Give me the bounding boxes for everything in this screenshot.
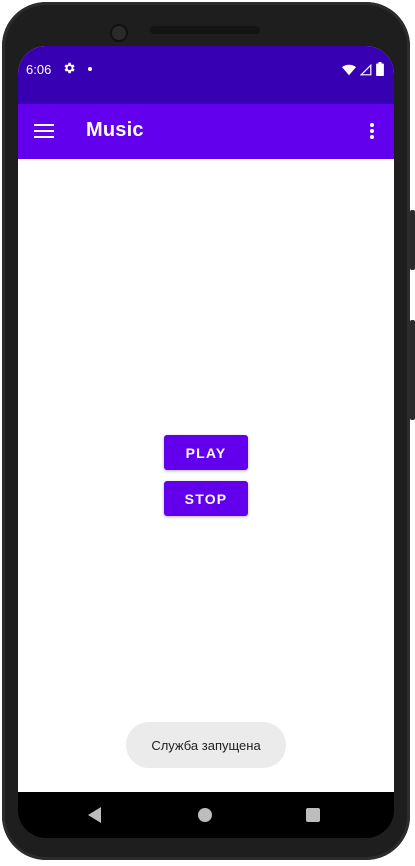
toast-text: Служба запущена	[151, 737, 261, 753]
phone-top-bezel	[2, 2, 410, 48]
play-button[interactable]: PLAY	[164, 435, 248, 470]
power-button[interactable]	[410, 210, 415, 270]
toast-message: Служба запущена	[126, 722, 286, 768]
page-title: Music	[86, 119, 144, 141]
hamburger-menu-icon[interactable]	[32, 119, 56, 143]
settings-gear-icon	[62, 61, 76, 78]
signal-icon	[359, 63, 372, 81]
app-bar: Music	[18, 104, 394, 159]
device-screenshot: 6:06 Music PLAY STOP Служба запущена	[0, 0, 415, 866]
system-navigation-bar	[18, 792, 394, 838]
volume-rocker[interactable]	[410, 320, 415, 420]
earpiece-speaker	[150, 26, 260, 34]
main-content: PLAY STOP Служба запущена	[18, 159, 394, 792]
more-vert-icon[interactable]	[360, 119, 384, 143]
home-icon[interactable]	[198, 808, 212, 822]
front-camera	[110, 24, 128, 42]
status-time: 6:06	[26, 62, 52, 77]
recents-icon[interactable]	[306, 808, 320, 822]
battery-icon	[376, 62, 384, 81]
wifi-icon	[342, 63, 356, 81]
stop-button[interactable]: STOP	[164, 481, 248, 516]
status-icons	[342, 62, 384, 81]
status-bar: 6:06	[18, 46, 394, 104]
notification-dot-icon	[88, 67, 92, 71]
back-icon[interactable]	[88, 807, 101, 823]
phone-screen: 6:06 Music PLAY STOP Служба запущена	[18, 46, 394, 792]
